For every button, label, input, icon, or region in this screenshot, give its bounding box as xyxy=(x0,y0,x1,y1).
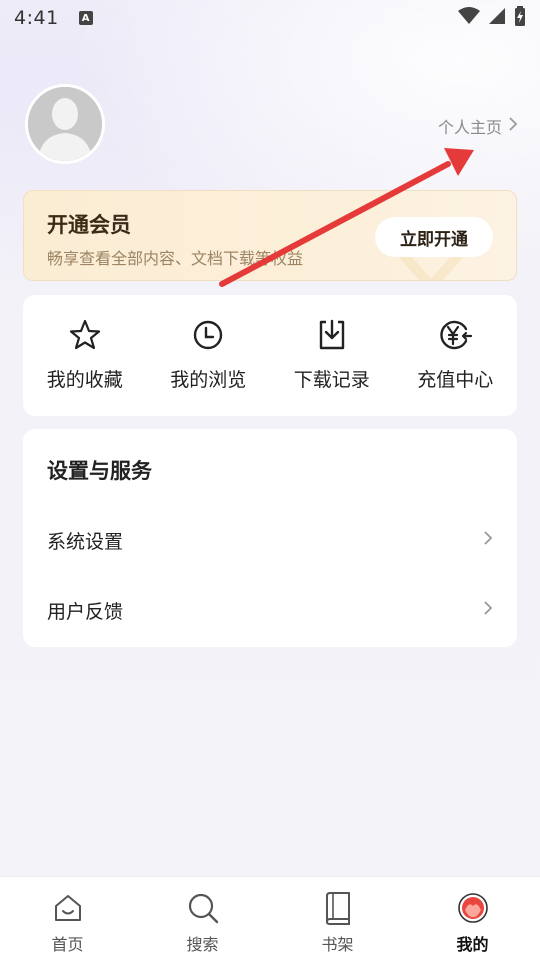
settings-row-label: 系统设置 xyxy=(47,530,124,553)
nav-item-search[interactable]: 搜索 xyxy=(135,877,270,960)
open-vip-button[interactable]: 立即开通 xyxy=(375,217,493,257)
action-downloads[interactable]: 下载记录 xyxy=(270,295,394,416)
nav-item-home[interactable]: 首页 xyxy=(0,877,135,960)
action-label: 我的浏览 xyxy=(170,369,247,391)
clock-icon xyxy=(190,317,226,353)
action-label: 下载记录 xyxy=(293,369,370,391)
quick-actions: 我的收藏 我的浏览 下载记录 充值中心 xyxy=(23,295,517,416)
status-time: 4:41 xyxy=(14,7,59,29)
home-icon xyxy=(51,891,85,925)
book-icon xyxy=(321,891,355,925)
nav-item-bookshelf[interactable]: 书架 xyxy=(270,877,405,960)
nav-label: 首页 xyxy=(51,935,84,954)
avatar[interactable] xyxy=(25,84,105,164)
vip-subtitle: 畅享查看全部内容、文档下载等权益 xyxy=(47,249,304,268)
signal-icon xyxy=(488,7,506,29)
wifi-icon xyxy=(458,7,480,29)
download-icon xyxy=(314,317,350,353)
chevron-right-icon xyxy=(483,530,493,550)
nav-label: 搜索 xyxy=(186,935,219,954)
action-favorites[interactable]: 我的收藏 xyxy=(23,295,147,416)
search-icon xyxy=(186,891,220,925)
chevron-right-icon xyxy=(508,116,518,136)
action-history[interactable]: 我的浏览 xyxy=(147,295,271,416)
star-icon xyxy=(67,317,103,353)
yen-icon xyxy=(437,317,473,353)
nav-item-mine[interactable]: 我的 xyxy=(405,877,540,960)
profile-home-label: 个人主页 xyxy=(437,118,502,137)
profile-home-link[interactable]: 个人主页 xyxy=(438,114,518,138)
notification-a-icon: A xyxy=(78,11,93,25)
settings-card: 设置与服务 系统设置 用户反馈 xyxy=(23,429,517,647)
settings-row-system[interactable]: 系统设置 xyxy=(23,510,517,570)
status-icons xyxy=(458,6,526,30)
bottom-nav: 首页 搜索 书架 我的 xyxy=(0,876,540,960)
chevron-right-icon xyxy=(483,600,493,620)
settings-row-label: 用户反馈 xyxy=(47,600,124,623)
status-bar: 4:41 A xyxy=(0,0,540,36)
action-recharge[interactable]: 充值中心 xyxy=(394,295,518,416)
battery-icon xyxy=(514,6,526,30)
nav-label: 书架 xyxy=(321,935,354,954)
vip-title: 开通会员 xyxy=(47,213,131,237)
action-label: 充值中心 xyxy=(417,369,494,391)
profile-screen: 4:41 A 个人主页 开通会员 畅享查看全部内容、文档下载等权益 立即开通 我… xyxy=(0,0,540,960)
vip-banner[interactable]: 开通会员 畅享查看全部内容、文档下载等权益 立即开通 xyxy=(23,190,517,281)
profile-icon xyxy=(456,891,490,925)
nav-label: 我的 xyxy=(456,935,489,954)
settings-row-feedback[interactable]: 用户反馈 xyxy=(23,580,517,640)
settings-title: 设置与服务 xyxy=(47,459,152,483)
action-label: 我的收藏 xyxy=(46,369,123,391)
